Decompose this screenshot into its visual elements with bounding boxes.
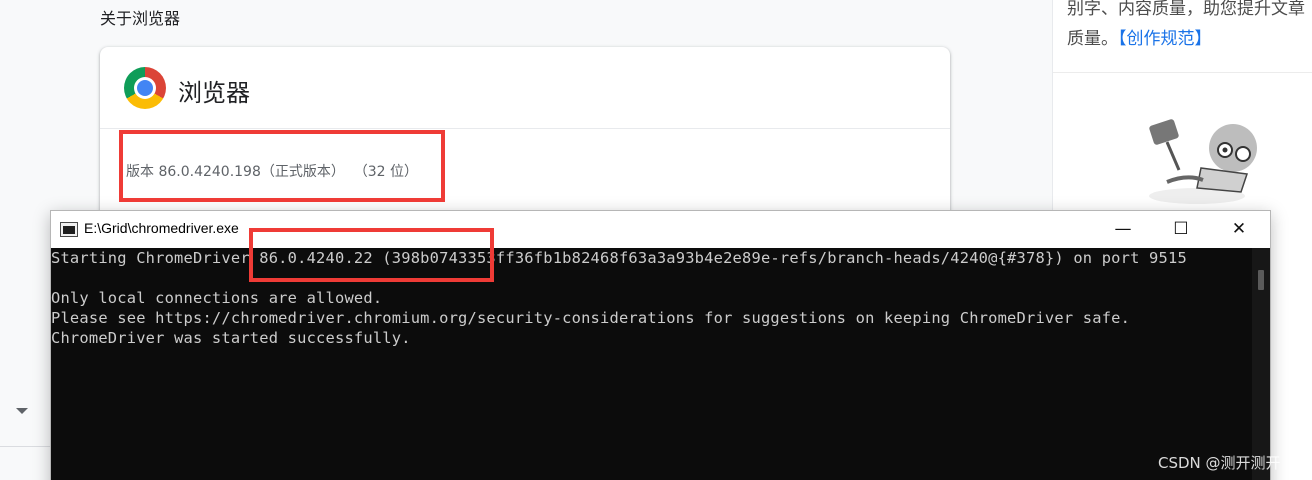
sidebar-tip: 别字、内容质量，助您提升文章质量。【创作规范】 xyxy=(1067,0,1307,54)
caret-down-icon[interactable] xyxy=(16,408,28,414)
mascot-illustration xyxy=(1149,119,1257,204)
maximize-button[interactable]: ☐ xyxy=(1152,211,1210,248)
vertical-scrollbar[interactable] xyxy=(1252,248,1270,480)
about-card-header: 浏览器 xyxy=(100,47,950,129)
cmd-icon xyxy=(60,222,78,237)
browser-version-text: 版本 86.0.4240.198（正式版本） （32 位） xyxy=(126,164,419,180)
chrome-logo-icon xyxy=(124,67,166,109)
console-line: ChromeDriver was started successfully. xyxy=(51,329,411,347)
page-title: 关于浏览器 xyxy=(100,9,181,28)
browser-name: 浏览器 xyxy=(178,79,250,107)
csdn-watermark: CSDN @测开测开 xyxy=(1158,454,1281,472)
writing-guidelines-link[interactable]: 【创作规范】 xyxy=(1118,29,1212,49)
scrollbar-thumb[interactable] xyxy=(1258,270,1264,290)
console-line: Starting ChromeDriver 86.0.4240.22 (398b… xyxy=(51,249,1187,267)
divider xyxy=(1053,72,1312,73)
console-window[interactable]: E:\Grid\chromedriver.exe — ☐ ✕ Starting … xyxy=(50,210,1271,480)
window-titlebar[interactable]: E:\Grid\chromedriver.exe — ☐ ✕ xyxy=(51,211,1270,248)
close-button[interactable]: ✕ xyxy=(1210,211,1268,248)
console-output[interactable]: Starting ChromeDriver 86.0.4240.22 (398b… xyxy=(51,248,1252,480)
console-line: Please see https://chromedriver.chromium… xyxy=(51,309,1131,327)
minimize-button[interactable]: — xyxy=(1094,211,1152,248)
window-title: E:\Grid\chromedriver.exe xyxy=(84,220,239,236)
console-line: Only local connections are allowed. xyxy=(51,289,383,307)
divider xyxy=(0,446,52,447)
